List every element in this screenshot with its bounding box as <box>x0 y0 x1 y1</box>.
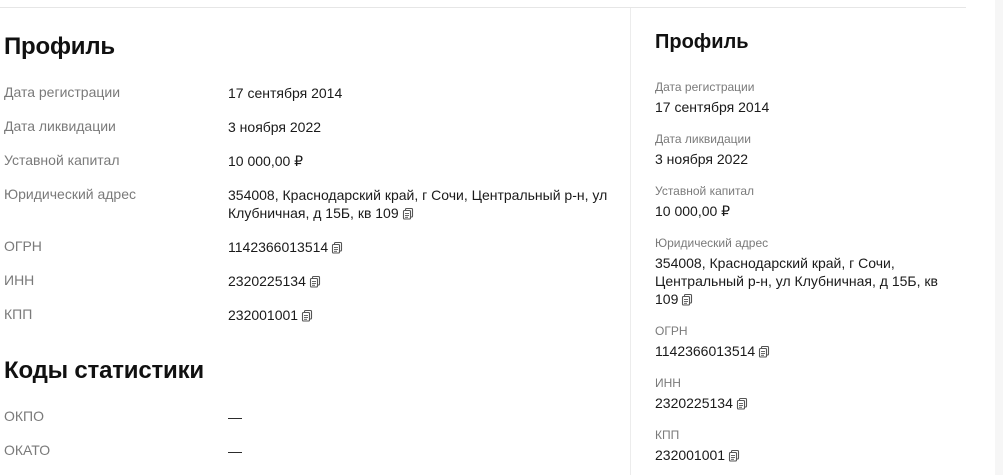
row-label: ОГРН <box>4 238 42 254</box>
field-ogrn: ОГРН 1142366013514 <box>655 323 955 360</box>
field-label: Уставной капитал <box>655 184 754 198</box>
copy-icon[interactable] <box>681 293 694 306</box>
copy-icon[interactable] <box>309 275 322 288</box>
row-label: ОКАТО <box>4 442 51 458</box>
profile-title: Профиль <box>655 31 749 53</box>
row-value: 10 000,00 ₽ <box>228 153 304 169</box>
row-label: ИНН <box>4 272 35 288</box>
field-label: Юридический адрес <box>655 236 769 250</box>
field-label: Дата регистрации <box>655 80 755 94</box>
field-label: Дата ликвидации <box>655 132 751 146</box>
top-divider <box>0 7 966 8</box>
copy-icon[interactable] <box>331 241 344 254</box>
column-divider <box>630 8 631 475</box>
field-value-wrap: 1142366013514 <box>655 342 955 360</box>
row-value: — <box>228 409 242 425</box>
row-inn: ИНН 2320225134 <box>4 272 624 292</box>
row-value: 354008, Краснодарский край, г Сочи, Цент… <box>228 187 608 221</box>
scrollbar-track[interactable] <box>995 0 1003 475</box>
field-registration-date: Дата регистрации 17 сентября 2014 <box>655 79 955 116</box>
row-value: 232001001 <box>228 307 299 323</box>
field-label: ОГРН <box>655 324 688 338</box>
row-okpo: ОКПО — <box>4 408 624 428</box>
copy-icon[interactable] <box>728 449 741 462</box>
field-value: 232001001 <box>655 447 726 463</box>
row-label: Юридический адрес <box>4 186 137 202</box>
field-value: 3 ноября 2022 <box>655 151 749 167</box>
stats-codes-title: Коды статистики <box>4 357 204 384</box>
row-value-wrap: 354008, Краснодарский край, г Сочи, Цент… <box>228 186 613 222</box>
row-okato: ОКАТО — <box>4 442 624 462</box>
field-label: ИНН <box>655 376 681 390</box>
copy-icon[interactable] <box>301 309 314 322</box>
field-value: 2320225134 <box>655 395 733 411</box>
copy-icon[interactable] <box>736 397 749 410</box>
field-legal-address: Юридический адрес 354008, Краснодарский … <box>655 235 955 308</box>
field-value: 17 сентября 2014 <box>655 99 770 115</box>
row-value: — <box>228 443 242 459</box>
row-value: 3 ноября 2022 <box>228 119 322 135</box>
field-value: 10 000,00 ₽ <box>655 203 731 219</box>
row-value: 17 сентября 2014 <box>228 85 343 101</box>
field-value-wrap: 354008, Краснодарский край, г Сочи, Цент… <box>655 254 945 308</box>
row-label: КПП <box>4 306 33 322</box>
row-ogrn: ОГРН 1142366013514 <box>4 238 624 258</box>
field-inn: ИНН 2320225134 <box>655 375 955 412</box>
field-liquidation-date: Дата ликвидации 3 ноября 2022 <box>655 131 955 168</box>
row-value-wrap: 2320225134 <box>228 272 618 290</box>
row-label: Дата ликвидации <box>4 118 116 134</box>
field-value: 1142366013514 <box>655 343 756 359</box>
row-liquidation-date: Дата ликвидации 3 ноября 2022 <box>4 118 624 138</box>
row-capital: Уставной капитал 10 000,00 ₽ <box>4 152 624 172</box>
row-label: Уставной капитал <box>4 152 120 168</box>
row-kpp: КПП 232001001 <box>4 306 624 326</box>
row-value: 2320225134 <box>228 273 306 289</box>
field-capital: Уставной капитал 10 000,00 ₽ <box>655 183 955 220</box>
field-value-wrap: 2320225134 <box>655 394 955 412</box>
field-value-wrap: 232001001 <box>655 446 955 464</box>
row-legal-address: Юридический адрес 354008, Краснодарский … <box>4 186 624 226</box>
copy-icon[interactable] <box>758 345 771 358</box>
field-value: 354008, Краснодарский край, г Сочи, Цент… <box>655 255 938 307</box>
row-label: ОКПО <box>4 408 44 424</box>
copy-icon[interactable] <box>402 207 415 220</box>
row-value-wrap: 1142366013514 <box>228 238 618 256</box>
row-label: Дата регистрации <box>4 84 121 100</box>
profile-title: Профиль <box>4 33 115 60</box>
field-kpp: КПП 232001001 <box>655 427 955 464</box>
row-value: 1142366013514 <box>228 239 329 255</box>
row-value-wrap: 232001001 <box>228 306 618 324</box>
row-registration-date: Дата регистрации 17 сентября 2014 <box>4 84 624 104</box>
field-label: КПП <box>655 428 680 442</box>
